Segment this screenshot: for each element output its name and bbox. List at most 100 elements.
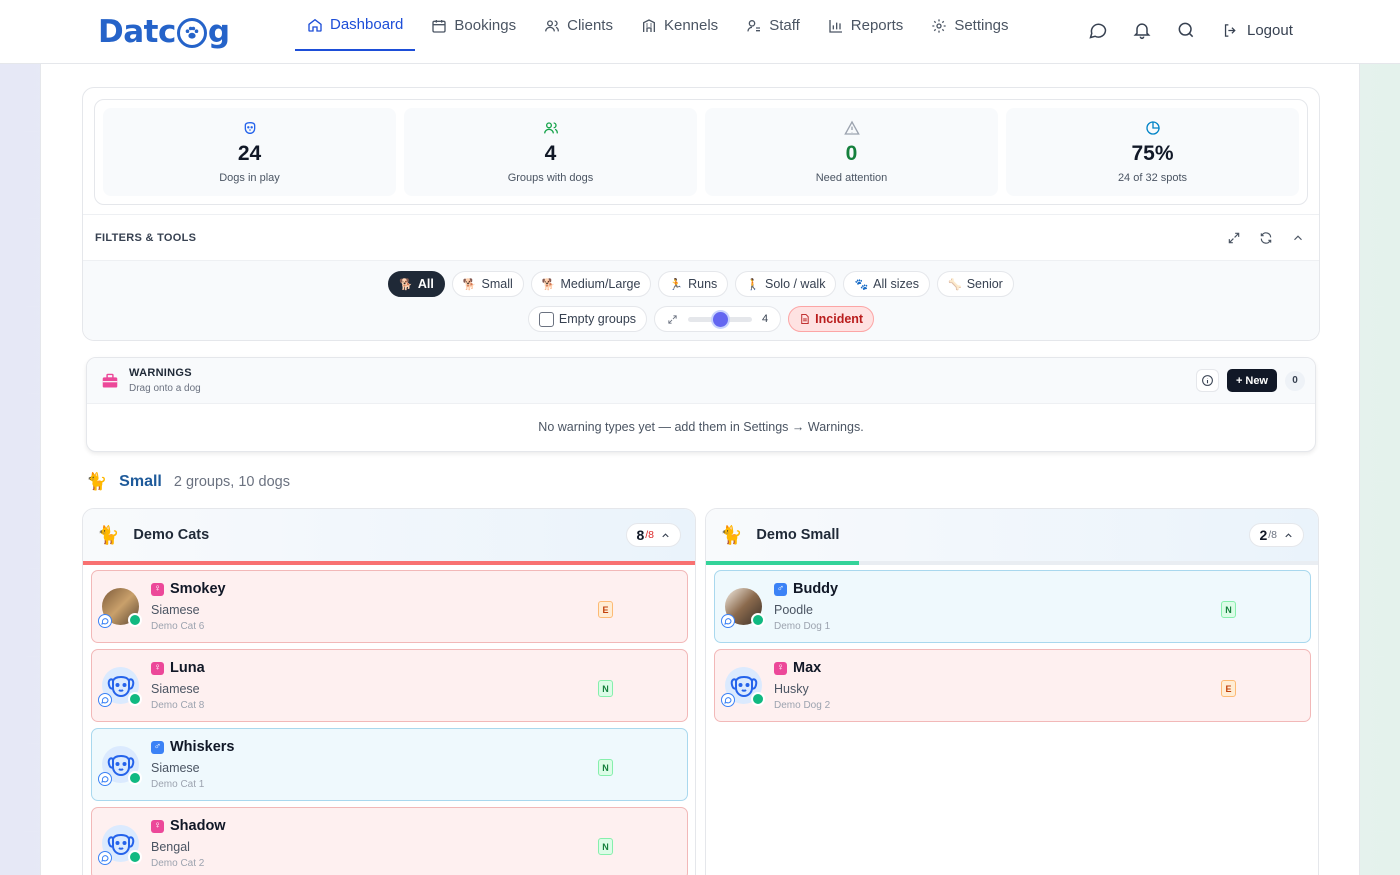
checkbox[interactable] (538, 311, 554, 327)
nav-bookings[interactable]: Bookings (419, 0, 528, 51)
chevron-up-icon (662, 532, 669, 537)
resize-icon (668, 314, 677, 324)
nav-label: Kennels (663, 17, 719, 34)
pet-card-smokey[interactable]: ♀ Smokey Siamese Demo Cat 6 E (91, 570, 688, 643)
nav-staff[interactable]: Staff (734, 0, 812, 51)
building-icon (642, 18, 655, 32)
search-icon[interactable] (1176, 20, 1196, 40)
slider-handle[interactable] (713, 311, 729, 327)
group-header[interactable]: 🐈 Demo Small 2 /8 (706, 509, 1318, 561)
pet-card-max[interactable]: ♀ Max Husky Demo Dog 2 E (714, 649, 1311, 722)
briefcase-icon (102, 373, 118, 388)
chat-icon[interactable] (721, 614, 735, 628)
stat-label: 24 of 32 spots (1117, 171, 1188, 184)
capacity-pill[interactable]: 2 /8 (1249, 523, 1304, 547)
pet-name: Luna (170, 660, 205, 676)
status-dot (128, 850, 142, 864)
status-dot (751, 613, 765, 627)
filter-chip-medium-large[interactable]: 🐕 Medium/Large (530, 271, 652, 297)
section-header-small: 🐈 Small 2 groups, 10 dogs (86, 472, 290, 492)
pet-card-buddy[interactable]: ♂ Buddy Poodle Demo Dog 1 N (714, 570, 1311, 643)
chat-icon[interactable] (98, 693, 112, 707)
pie-icon (1145, 121, 1160, 136)
zoom-control: 4 (654, 306, 782, 332)
filter-chip-small[interactable]: 🐕 Small (451, 271, 524, 297)
expand-icon[interactable] (1227, 231, 1241, 245)
filters-body: 🐕 All 🐕 Small 🐕 Medium/Large 🏃 Runs 🚶 Solo / … (83, 260, 1319, 340)
pet-tag: Demo Dog 2 (774, 700, 831, 711)
zoom-value: 4 (762, 313, 769, 325)
section-title: Small (119, 473, 162, 490)
chevron-up-icon[interactable] (1291, 231, 1305, 245)
cat-emoji-icon: 🐈 (720, 524, 743, 545)
main-nav: Dashboard Bookings Clients Kennels Staff… (295, 0, 1025, 64)
info-icon (1202, 375, 1213, 386)
zoom-slider[interactable] (688, 311, 753, 327)
gear-icon (932, 18, 946, 33)
stat-value: 4 (544, 142, 557, 166)
filter-chip-solo-walk[interactable]: 🚶 Solo / walk (735, 271, 837, 297)
nav-clients[interactable]: Clients (532, 0, 625, 51)
filters-header[interactable]: FILTERS & TOOLS (83, 214, 1319, 260)
nav-label: Reports (850, 17, 904, 34)
stat-dogs-in-play: 24 Dogs in play (103, 108, 396, 196)
chat-icon[interactable] (1088, 20, 1108, 40)
filter-chip-runs[interactable]: 🏃 Runs (658, 271, 729, 297)
staff-icon (747, 19, 761, 31)
pet-name-row: ♀ Luna (151, 660, 205, 676)
filter-chip-all[interactable]: 🐕 All (388, 271, 445, 297)
chat-icon[interactable] (98, 614, 112, 628)
new-label: New (1245, 374, 1268, 387)
pet-badge: N (1221, 601, 1236, 618)
refresh-icon[interactable] (1259, 231, 1273, 245)
nav-kennels[interactable]: Kennels (629, 0, 730, 51)
warnings-title-block: WARNINGS Drag onto a dog (129, 367, 201, 394)
nav-settings[interactable]: Settings (919, 0, 1020, 51)
pet-card-luna[interactable]: ♀ Luna Siamese Demo Cat 8 N (91, 649, 688, 722)
group-header[interactable]: 🐈 Demo Cats 8 /8 (83, 509, 695, 561)
filter-chip-all-sizes[interactable]: 🐾 All sizes (843, 271, 930, 297)
dog-emoji-icon: 🐕 (399, 278, 413, 291)
capacity-bar (706, 561, 1318, 565)
nav-reports[interactable]: Reports (816, 0, 916, 51)
warnings-empty-message: No warning types yet — add them in Setti… (538, 420, 864, 434)
chat-icon[interactable] (98, 772, 112, 786)
pet-breed: Siamese (151, 682, 200, 696)
dog-emoji-icon: 🐕 (541, 278, 556, 291)
stat-label: Need attention (815, 171, 888, 184)
nav-label: Clients (567, 17, 613, 34)
chat-icon[interactable] (721, 693, 735, 707)
walker-icon: 🚶 (746, 278, 760, 291)
info-button[interactable] (1195, 369, 1219, 392)
female-icon: ♀ (151, 819, 164, 833)
capacity-count: 8 (636, 527, 645, 543)
status-dot (128, 613, 142, 627)
capacity-fill (83, 561, 695, 565)
nav-dashboard[interactable]: Dashboard (295, 0, 416, 51)
logout-button[interactable]: Logout (1222, 22, 1293, 39)
users-icon (543, 122, 558, 134)
warning-icon (843, 121, 860, 136)
male-icon: ♂ (774, 582, 787, 596)
chip-label: Empty groups (558, 312, 637, 326)
stat-value: 0 (845, 142, 858, 166)
chat-icon[interactable] (98, 851, 112, 865)
top-navigation-bar: Datc g Dashboard Bookings Clients Kennel… (0, 0, 1400, 64)
chip-label: Medium/Large (560, 277, 641, 291)
new-warning-button[interactable]: + New (1226, 369, 1277, 392)
filter-chip-senior[interactable]: 🦴 Senior (937, 271, 1014, 297)
tools-row: Empty groups 4 Incident (83, 306, 1319, 332)
chip-label: Senior (966, 277, 1003, 291)
pet-card-shadow[interactable]: ♀ Shadow Bengal Demo Cat 2 N (91, 807, 688, 875)
warnings-count: 0 (1285, 370, 1305, 391)
datcog-logo[interactable]: Datc g (98, 12, 230, 52)
empty-groups-toggle[interactable]: Empty groups (527, 306, 648, 332)
capacity-pill[interactable]: 8 /8 (626, 523, 681, 547)
pet-name: Shadow (170, 818, 226, 834)
pet-name: Max (793, 660, 822, 676)
pet-name-row: ♀ Smokey (151, 581, 226, 597)
incident-button[interactable]: Incident (788, 306, 875, 332)
bell-icon[interactable] (1132, 20, 1152, 40)
pet-card-whiskers[interactable]: ♂ Whiskers Siamese Demo Cat 1 N (91, 728, 688, 801)
female-icon: ♀ (774, 661, 787, 675)
